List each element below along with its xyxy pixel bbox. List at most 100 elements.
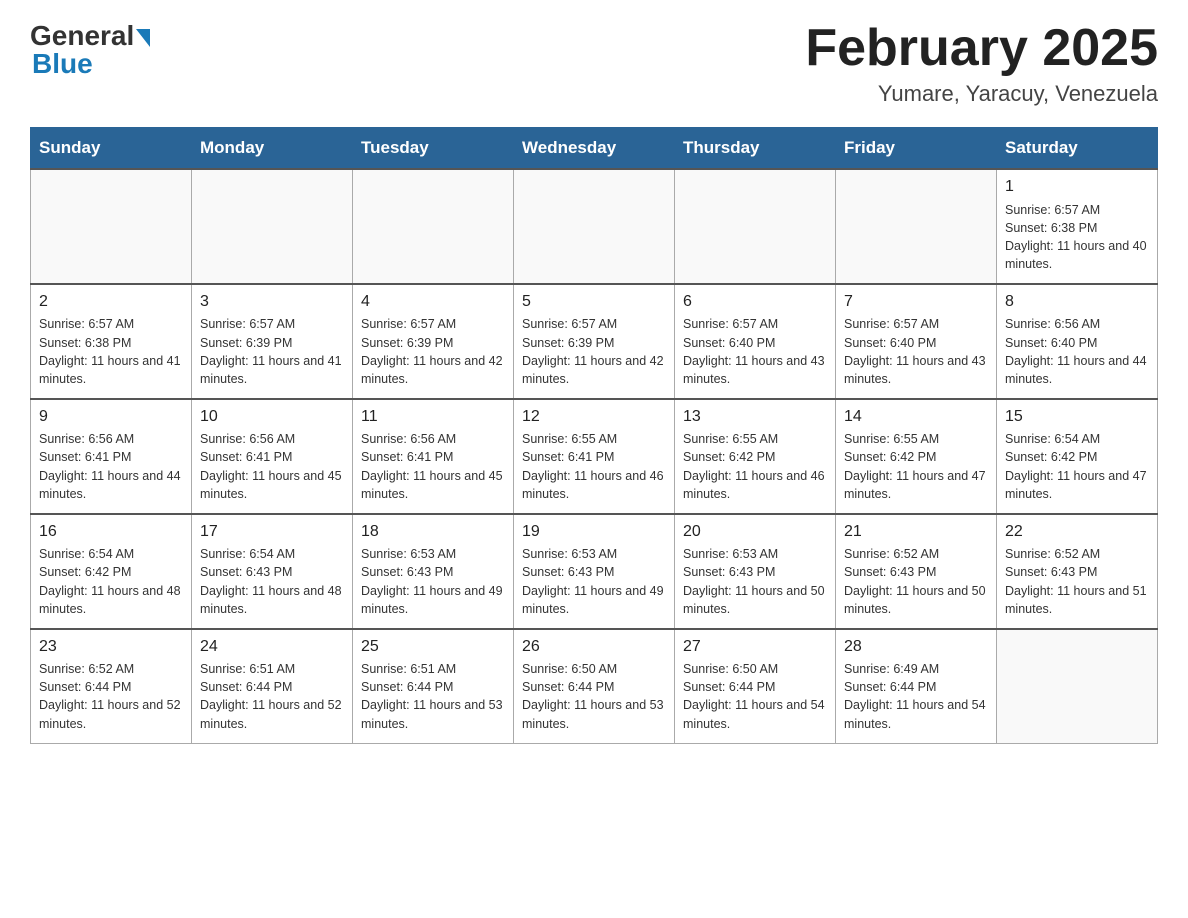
calendar-cell: 7Sunrise: 6:57 AM Sunset: 6:40 PM Daylig…: [836, 284, 997, 399]
day-info: Sunrise: 6:56 AM Sunset: 6:41 PM Dayligh…: [361, 430, 505, 503]
day-number: 7: [844, 291, 988, 313]
day-of-week-header: Monday: [192, 128, 353, 170]
calendar-cell: 13Sunrise: 6:55 AM Sunset: 6:42 PM Dayli…: [675, 399, 836, 514]
calendar-cell: 5Sunrise: 6:57 AM Sunset: 6:39 PM Daylig…: [514, 284, 675, 399]
calendar-cell: 14Sunrise: 6:55 AM Sunset: 6:42 PM Dayli…: [836, 399, 997, 514]
day-info: Sunrise: 6:55 AM Sunset: 6:41 PM Dayligh…: [522, 430, 666, 503]
day-number: 26: [522, 636, 666, 658]
logo-blue-text: Blue: [30, 48, 93, 80]
day-info: Sunrise: 6:52 AM Sunset: 6:43 PM Dayligh…: [1005, 545, 1149, 618]
day-number: 25: [361, 636, 505, 658]
title-section: February 2025 Yumare, Yaracuy, Venezuela: [805, 20, 1158, 107]
day-number: 10: [200, 406, 344, 428]
day-info: Sunrise: 6:53 AM Sunset: 6:43 PM Dayligh…: [522, 545, 666, 618]
day-info: Sunrise: 6:53 AM Sunset: 6:43 PM Dayligh…: [361, 545, 505, 618]
day-number: 16: [39, 521, 183, 543]
logo-arrow-icon: [136, 29, 150, 47]
day-number: 3: [200, 291, 344, 313]
calendar-cell: [514, 169, 675, 284]
day-info: Sunrise: 6:54 AM Sunset: 6:42 PM Dayligh…: [1005, 430, 1149, 503]
day-number: 23: [39, 636, 183, 658]
day-info: Sunrise: 6:54 AM Sunset: 6:43 PM Dayligh…: [200, 545, 344, 618]
day-info: Sunrise: 6:50 AM Sunset: 6:44 PM Dayligh…: [522, 660, 666, 733]
day-info: Sunrise: 6:56 AM Sunset: 6:40 PM Dayligh…: [1005, 315, 1149, 388]
calendar-cell: 2Sunrise: 6:57 AM Sunset: 6:38 PM Daylig…: [31, 284, 192, 399]
calendar-cell: 23Sunrise: 6:52 AM Sunset: 6:44 PM Dayli…: [31, 629, 192, 743]
calendar-cell: 12Sunrise: 6:55 AM Sunset: 6:41 PM Dayli…: [514, 399, 675, 514]
day-number: 12: [522, 406, 666, 428]
calendar-cell: [997, 629, 1158, 743]
day-number: 19: [522, 521, 666, 543]
day-number: 6: [683, 291, 827, 313]
calendar-cell: 15Sunrise: 6:54 AM Sunset: 6:42 PM Dayli…: [997, 399, 1158, 514]
day-of-week-header: Sunday: [31, 128, 192, 170]
day-info: Sunrise: 6:57 AM Sunset: 6:38 PM Dayligh…: [1005, 201, 1149, 274]
calendar-cell: 8Sunrise: 6:56 AM Sunset: 6:40 PM Daylig…: [997, 284, 1158, 399]
day-info: Sunrise: 6:55 AM Sunset: 6:42 PM Dayligh…: [683, 430, 827, 503]
calendar-cell: 18Sunrise: 6:53 AM Sunset: 6:43 PM Dayli…: [353, 514, 514, 629]
day-info: Sunrise: 6:57 AM Sunset: 6:40 PM Dayligh…: [844, 315, 988, 388]
day-info: Sunrise: 6:50 AM Sunset: 6:44 PM Dayligh…: [683, 660, 827, 733]
page-header: General Blue February 2025 Yumare, Yarac…: [30, 20, 1158, 107]
day-info: Sunrise: 6:52 AM Sunset: 6:43 PM Dayligh…: [844, 545, 988, 618]
day-info: Sunrise: 6:49 AM Sunset: 6:44 PM Dayligh…: [844, 660, 988, 733]
week-row: 16Sunrise: 6:54 AM Sunset: 6:42 PM Dayli…: [31, 514, 1158, 629]
day-number: 21: [844, 521, 988, 543]
calendar-cell: 21Sunrise: 6:52 AM Sunset: 6:43 PM Dayli…: [836, 514, 997, 629]
day-info: Sunrise: 6:51 AM Sunset: 6:44 PM Dayligh…: [361, 660, 505, 733]
day-number: 14: [844, 406, 988, 428]
day-of-week-header: Saturday: [997, 128, 1158, 170]
day-info: Sunrise: 6:57 AM Sunset: 6:39 PM Dayligh…: [522, 315, 666, 388]
calendar-header-row: SundayMondayTuesdayWednesdayThursdayFrid…: [31, 128, 1158, 170]
day-info: Sunrise: 6:57 AM Sunset: 6:38 PM Dayligh…: [39, 315, 183, 388]
day-info: Sunrise: 6:55 AM Sunset: 6:42 PM Dayligh…: [844, 430, 988, 503]
day-number: 24: [200, 636, 344, 658]
day-number: 2: [39, 291, 183, 313]
day-number: 27: [683, 636, 827, 658]
day-of-week-header: Thursday: [675, 128, 836, 170]
month-title: February 2025: [805, 20, 1158, 77]
calendar-cell: 20Sunrise: 6:53 AM Sunset: 6:43 PM Dayli…: [675, 514, 836, 629]
day-info: Sunrise: 6:57 AM Sunset: 6:39 PM Dayligh…: [361, 315, 505, 388]
calendar-cell: 4Sunrise: 6:57 AM Sunset: 6:39 PM Daylig…: [353, 284, 514, 399]
day-info: Sunrise: 6:53 AM Sunset: 6:43 PM Dayligh…: [683, 545, 827, 618]
calendar-cell: 24Sunrise: 6:51 AM Sunset: 6:44 PM Dayli…: [192, 629, 353, 743]
day-number: 15: [1005, 406, 1149, 428]
calendar-cell: 1 Sunrise: 6:57 AM Sunset: 6:38 PM Daylig…: [997, 169, 1158, 284]
day-number: 4: [361, 291, 505, 313]
calendar-cell: 27Sunrise: 6:50 AM Sunset: 6:44 PM Dayli…: [675, 629, 836, 743]
calendar-cell: 3Sunrise: 6:57 AM Sunset: 6:39 PM Daylig…: [192, 284, 353, 399]
week-row: 23Sunrise: 6:52 AM Sunset: 6:44 PM Dayli…: [31, 629, 1158, 743]
calendar-cell: 9Sunrise: 6:56 AM Sunset: 6:41 PM Daylig…: [31, 399, 192, 514]
location-text: Yumare, Yaracuy, Venezuela: [805, 81, 1158, 107]
calendar-table: SundayMondayTuesdayWednesdayThursdayFrid…: [30, 127, 1158, 743]
day-number: 20: [683, 521, 827, 543]
logo: General Blue: [30, 20, 150, 80]
calendar-cell: [675, 169, 836, 284]
day-info: Sunrise: 6:52 AM Sunset: 6:44 PM Dayligh…: [39, 660, 183, 733]
week-row: 1 Sunrise: 6:57 AM Sunset: 6:38 PM Daylig…: [31, 169, 1158, 284]
calendar-cell: 17Sunrise: 6:54 AM Sunset: 6:43 PM Dayli…: [192, 514, 353, 629]
day-number: 18: [361, 521, 505, 543]
week-row: 2Sunrise: 6:57 AM Sunset: 6:38 PM Daylig…: [31, 284, 1158, 399]
calendar-cell: 22Sunrise: 6:52 AM Sunset: 6:43 PM Dayli…: [997, 514, 1158, 629]
day-info: Sunrise: 6:56 AM Sunset: 6:41 PM Dayligh…: [200, 430, 344, 503]
day-info: Sunrise: 6:57 AM Sunset: 6:39 PM Dayligh…: [200, 315, 344, 388]
calendar-cell: [353, 169, 514, 284]
calendar-cell: 25Sunrise: 6:51 AM Sunset: 6:44 PM Dayli…: [353, 629, 514, 743]
day-number: 1: [1005, 176, 1149, 198]
day-number: 13: [683, 406, 827, 428]
calendar-cell: 19Sunrise: 6:53 AM Sunset: 6:43 PM Dayli…: [514, 514, 675, 629]
day-number: 8: [1005, 291, 1149, 313]
calendar-cell: 26Sunrise: 6:50 AM Sunset: 6:44 PM Dayli…: [514, 629, 675, 743]
day-number: 9: [39, 406, 183, 428]
calendar-cell: [31, 169, 192, 284]
calendar-cell: 6Sunrise: 6:57 AM Sunset: 6:40 PM Daylig…: [675, 284, 836, 399]
day-of-week-header: Wednesday: [514, 128, 675, 170]
calendar-cell: 16Sunrise: 6:54 AM Sunset: 6:42 PM Dayli…: [31, 514, 192, 629]
day-number: 28: [844, 636, 988, 658]
day-number: 11: [361, 406, 505, 428]
week-row: 9Sunrise: 6:56 AM Sunset: 6:41 PM Daylig…: [31, 399, 1158, 514]
day-info: Sunrise: 6:56 AM Sunset: 6:41 PM Dayligh…: [39, 430, 183, 503]
calendar-cell: [192, 169, 353, 284]
